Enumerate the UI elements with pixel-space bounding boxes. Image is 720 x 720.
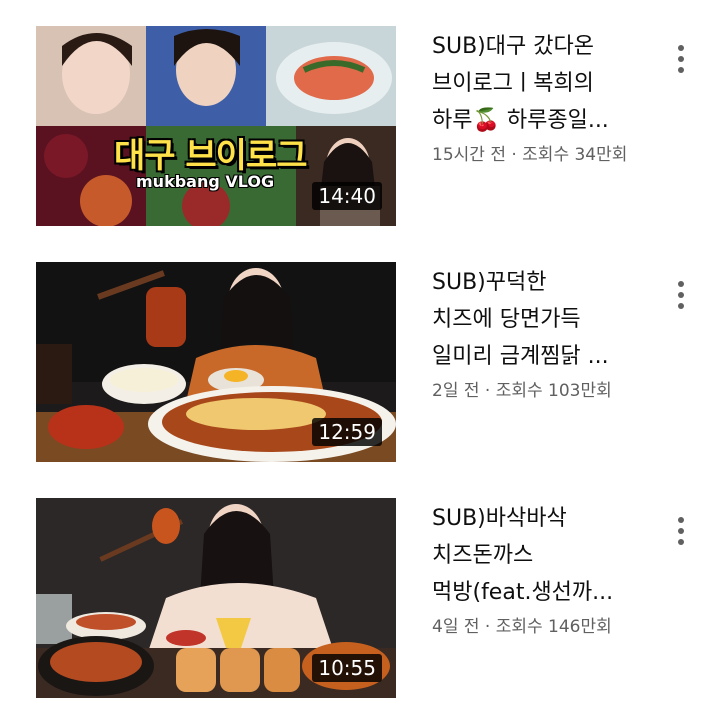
video-thumbnail[interactable]: 대구 브이로그 mukbang VLOG 14:40 bbox=[36, 26, 396, 226]
video-title-line: 먹방(feat.생선까... bbox=[432, 580, 614, 605]
video-item[interactable]: 대구 브이로그 mukbang VLOG 14:40 SUB)대구 갔다온 브이… bbox=[0, 26, 720, 226]
video-title-line: 일미리 금계찜닭 ... bbox=[432, 344, 609, 369]
video-title-line: 브이로그ㅣ복희의 bbox=[432, 71, 594, 96]
video-stats: 4일 전 · 조회수 146만회 bbox=[432, 617, 612, 637]
duration-badge: 14:40 bbox=[312, 182, 382, 210]
video-title-line: 하루🍒 하루종일... bbox=[432, 108, 609, 133]
video-title-line: SUB)대구 갔다온 bbox=[432, 34, 594, 59]
video-stats: 2일 전 · 조회수 103만회 bbox=[432, 381, 612, 401]
duration-badge: 12:59 bbox=[312, 418, 382, 446]
video-item[interactable]: 12:59 SUB)꾸덕한 치즈에 당면가득 일미리 금계찜닭 ... 2일 전… bbox=[0, 262, 720, 462]
video-meta: SUB)바삭바삭 치즈돈까스 먹방(feat.생선까... 4일 전 · 조회수… bbox=[432, 500, 660, 639]
video-title[interactable]: SUB)꾸덕한 치즈에 당면가득 일미리 금계찜닭 ... bbox=[432, 264, 660, 375]
video-stats: 15시간 전 · 조회수 34만회 bbox=[432, 145, 628, 165]
thumbnail-overlay-subtitle: mukbang VLOG bbox=[136, 172, 275, 191]
duration-badge: 10:55 bbox=[312, 654, 382, 682]
thumbnail-overlay-title: 대구 브이로그 bbox=[114, 136, 308, 176]
video-title-line: SUB)꾸덕한 bbox=[432, 270, 547, 295]
video-meta: SUB)꾸덕한 치즈에 당면가득 일미리 금계찜닭 ... 2일 전 · 조회수… bbox=[432, 264, 660, 403]
video-thumbnail[interactable]: 12:59 bbox=[36, 262, 396, 462]
video-title-line: SUB)바삭바삭 bbox=[432, 506, 567, 531]
video-meta: SUB)대구 갔다온 브이로그ㅣ복희의 하루🍒 하루종일... 15시간 전 ·… bbox=[432, 28, 660, 167]
video-title-line: 치즈에 당면가득 bbox=[432, 307, 581, 332]
video-item[interactable]: 10:55 SUB)바삭바삭 치즈돈까스 먹방(feat.생선까... 4일 전… bbox=[0, 498, 720, 698]
more-vert-icon[interactable] bbox=[664, 512, 698, 552]
video-title[interactable]: SUB)대구 갔다온 브이로그ㅣ복희의 하루🍒 하루종일... bbox=[432, 28, 660, 139]
more-vert-icon[interactable] bbox=[664, 40, 698, 80]
more-vert-icon[interactable] bbox=[664, 276, 698, 316]
video-thumbnail[interactable]: 10:55 bbox=[36, 498, 396, 698]
video-title[interactable]: SUB)바삭바삭 치즈돈까스 먹방(feat.생선까... bbox=[432, 500, 660, 611]
video-title-line: 치즈돈까스 bbox=[432, 543, 534, 568]
